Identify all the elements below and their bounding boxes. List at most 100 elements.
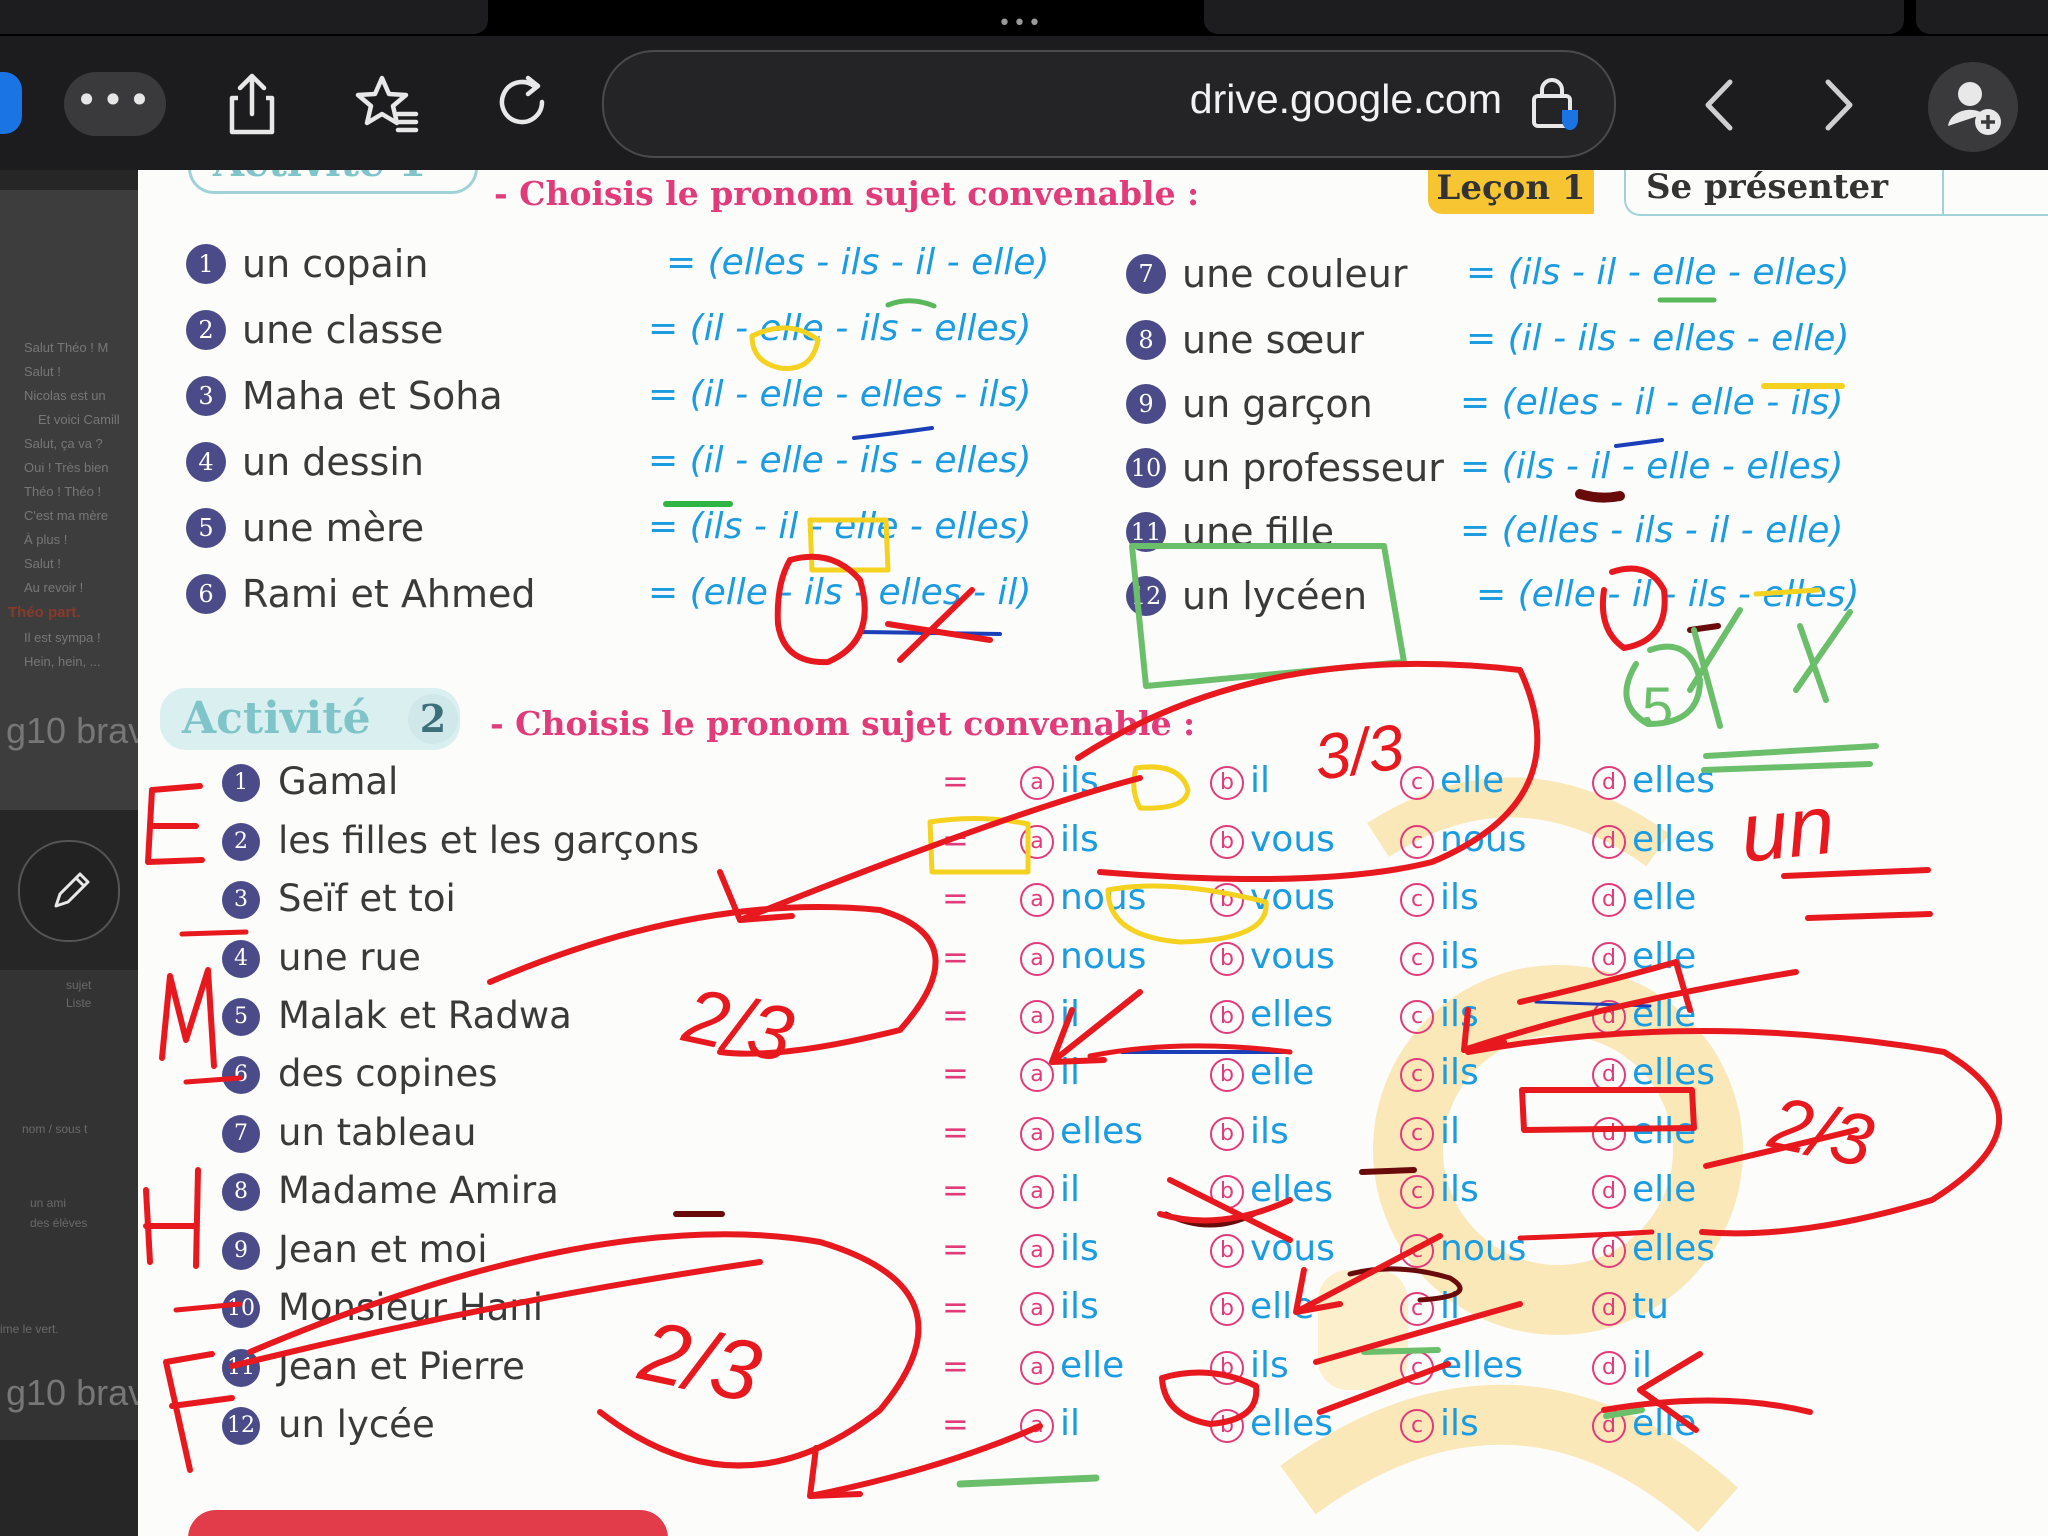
item-noun: Maha et Soha [242, 374, 503, 418]
option-text: elles [1250, 1169, 1334, 1210]
item-noun: Jean et Pierre [278, 1345, 525, 1388]
option-letter: d [1592, 1058, 1626, 1092]
option-c: c nous [1400, 1228, 1526, 1269]
option-text: vous [1250, 1228, 1335, 1269]
option-text: ils [1440, 1052, 1479, 1093]
shield-icon[interactable] [0, 72, 22, 134]
bg-line: Salut ! [24, 364, 61, 379]
option-letter: c [1400, 1409, 1434, 1443]
option-letter: c [1400, 942, 1434, 976]
option-text: nous [1440, 1228, 1527, 1269]
item-number: 5 [222, 998, 260, 1036]
item-noun: un tableau [278, 1111, 477, 1154]
item-number: 5 [186, 508, 226, 548]
item-number: 12 [1126, 576, 1166, 616]
option-text: ils [1060, 1286, 1099, 1327]
activity1-item: 10 un professeur = (ils - il - elle - el… [1126, 444, 2026, 494]
option-text: elle [1250, 1052, 1315, 1093]
activity2-row: 1 Gamal = a ils b il c elle d elles [222, 758, 1822, 808]
bg-line: Au revoir ! [24, 580, 84, 595]
item-number: 1 [186, 244, 226, 284]
markup-pencil-button[interactable] [18, 840, 120, 942]
item-number: 11 [222, 1349, 260, 1387]
activity2-row: 6 des copines = a il b elle c ils d elles [222, 1050, 1822, 1100]
option-letter: b [1210, 1058, 1244, 1092]
item-noun: une couleur [1182, 252, 1408, 296]
option-text: ils [1440, 877, 1479, 918]
option-letter: b [1210, 1117, 1244, 1151]
item-noun: une classe [242, 308, 444, 352]
option-text: elle [1060, 1345, 1125, 1386]
option-text: elle [1632, 1111, 1697, 1152]
tab-left[interactable] [0, 0, 488, 34]
option-letter: b [1210, 825, 1244, 859]
option-c: c ils [1400, 1169, 1479, 1210]
more-button[interactable]: ••• [64, 72, 166, 136]
option-text: il [1060, 1403, 1081, 1444]
equals-sign: = [942, 1054, 969, 1092]
activity2-row: 4 une rue = a nous b vous c ils d elle [222, 934, 1822, 984]
option-text: ils [1440, 1403, 1479, 1444]
equals-sign: = [942, 1230, 969, 1268]
option-letter: a [1020, 883, 1054, 917]
item-noun: une mère [242, 506, 425, 550]
bg-part-label: Théo part. [8, 604, 81, 621]
option-c: c il [1400, 1111, 1460, 1152]
option-letter: d [1592, 825, 1626, 859]
option-text: elles [1440, 1345, 1524, 1386]
bg-line: Hein, hein, ... [24, 654, 101, 669]
pronoun-choices: = (il - elle - elles - ils) [648, 374, 1032, 415]
forward-icon[interactable] [1808, 70, 1868, 140]
option-d: d elles [1592, 819, 1715, 860]
equals-sign: = [942, 1347, 969, 1385]
option-a: a il [1020, 994, 1080, 1035]
option-text: elles [1632, 819, 1716, 860]
background-page-2 [0, 970, 140, 1440]
option-letter: b [1210, 1292, 1244, 1326]
option-letter: d [1592, 1292, 1626, 1326]
option-b: b elle [1210, 1286, 1314, 1327]
option-letter: b [1210, 942, 1244, 976]
lock-icon[interactable] [1528, 74, 1584, 132]
option-d: d elles [1592, 760, 1715, 801]
option-text: il [1060, 1052, 1081, 1093]
add-profile-button[interactable] [1928, 62, 2018, 152]
item-noun: une fille [1182, 510, 1335, 554]
activity1-item: 2 une classe = (il - elle - ils - elles) [186, 306, 1186, 356]
option-text: nous [1060, 936, 1147, 977]
equals-sign: = [942, 1171, 969, 1209]
option-d: d elle [1592, 1111, 1696, 1152]
address-text[interactable]: drive.google.com [1190, 76, 1502, 123]
equals-sign: = [942, 938, 969, 976]
bg-line: Et voici Camill [38, 412, 120, 427]
bg-line: Salut, ça va ? [24, 436, 103, 451]
pronoun-choices: = (elles - ils - il - elle) [666, 242, 1050, 283]
tab-right[interactable] [1204, 0, 1904, 34]
activity1-item: 11 une fille = (elles - ils - il - elle) [1126, 508, 2026, 558]
share-icon[interactable] [214, 66, 290, 142]
item-number: 9 [1126, 384, 1166, 424]
activity2-row: 10 Monsieur Hani = a ils b elle c il d tu [222, 1284, 1822, 1334]
favorites-icon[interactable] [348, 66, 424, 142]
option-text: elle [1250, 1286, 1315, 1327]
address-bar[interactable]: drive.google.com [602, 50, 1616, 158]
option-letter: a [1020, 1117, 1054, 1151]
window-grab-handle-icon[interactable]: ••• [998, 13, 1043, 35]
tab-far[interactable] [1916, 0, 2048, 34]
bg-small-text: Liste [66, 996, 92, 1010]
option-letter: c [1400, 766, 1434, 800]
back-icon[interactable] [1690, 70, 1750, 140]
option-text: ils [1060, 760, 1099, 801]
option-d: d elle [1592, 877, 1696, 918]
reload-icon[interactable] [484, 66, 560, 142]
option-letter: d [1592, 1234, 1626, 1268]
option-c: c nous [1400, 819, 1526, 860]
item-number: 8 [1126, 320, 1166, 360]
option-text: il [1440, 1286, 1461, 1327]
item-number: 6 [186, 574, 226, 614]
lesson-topic: Se présenter [1624, 170, 1944, 216]
item-number: 4 [222, 940, 260, 978]
option-letter: c [1400, 1117, 1434, 1151]
activity1-item: 4 un dessin = (il - elle - ils - elles) [186, 438, 1186, 488]
option-letter: d [1592, 766, 1626, 800]
